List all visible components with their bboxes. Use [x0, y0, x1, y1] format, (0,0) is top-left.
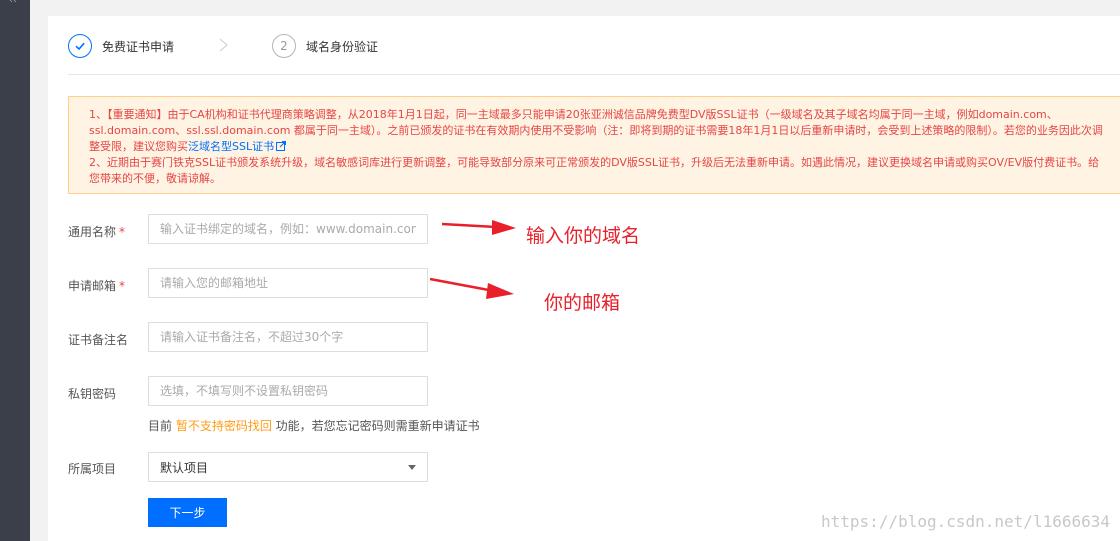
top-bar: [48, 0, 1120, 16]
email-label-text: 申请邮箱: [68, 279, 117, 293]
left-rail: ‹‹: [0, 0, 30, 541]
remark-label: 证书备注名: [68, 333, 129, 347]
next-step-button[interactable]: 下一步: [148, 498, 227, 527]
email-label: 申请邮箱 *: [68, 277, 125, 294]
domain-label: 通用名称 *: [68, 223, 125, 240]
project-select[interactable]: 默认项目: [148, 452, 428, 482]
password-hint-suffix: 功能，若您忘记密码则需重新申请证书: [271, 419, 480, 433]
main-content: 免费证书申请 2 域名身份验证 1、【重要通知】由于CA机构和证书代理商策略调整…: [48, 16, 1120, 541]
notice-item-2: 2、近期由于赛门铁克SSL证书颁发系统升级，域名敏感词库进行更新调整，可能导致部…: [89, 156, 1100, 185]
annotation-arrow-icon: [429, 277, 514, 299]
collapse-grip-icon[interactable]: ‹‹: [9, 0, 19, 6]
required-mark: *: [119, 225, 126, 239]
password-hint: 目前 暂不支持密码找回 功能，若您忘记密码则需重新申请证书: [148, 417, 480, 434]
step-2-number: 2: [272, 34, 296, 58]
email-input[interactable]: [148, 268, 428, 298]
step-1-label: 免费证书申请: [102, 39, 175, 54]
page-gutter: [30, 0, 48, 541]
step-2: 2 域名身份验证: [272, 32, 378, 60]
caret-down-icon: [408, 464, 416, 470]
domain-annotation: 输入你的域名: [526, 225, 641, 247]
watermark: https://blog.csdn.net/l1666634: [821, 512, 1110, 531]
domain-input[interactable]: [148, 214, 428, 244]
password-hint-warning: 暂不支持密码找回: [175, 419, 272, 433]
remark-input[interactable]: [148, 322, 428, 352]
annotation-arrow-icon: [441, 220, 516, 235]
notice-box: 1、【重要通知】由于CA机构和证书代理商策略调整，从2018年1月1日起，同一主…: [68, 96, 1120, 194]
required-mark: *: [119, 279, 126, 293]
step-1: 免费证书申请: [68, 32, 174, 60]
steps-bar: 免费证书申请 2 域名身份验证: [68, 16, 1120, 75]
key-password-label: 私钥密码: [68, 387, 117, 401]
email-annotation: 你的邮箱: [544, 292, 621, 314]
key-password-input[interactable]: [148, 376, 428, 406]
check-icon: [68, 34, 92, 58]
project-select-value: 默认项目: [160, 460, 209, 475]
wildcard-ssl-link[interactable]: 泛域名型SSL证书: [188, 140, 274, 153]
notice-item-1: 1、【重要通知】由于CA机构和证书代理商策略调整，从2018年1月1日起，同一主…: [89, 107, 1106, 155]
external-link-icon[interactable]: [276, 141, 287, 151]
chevron-right-icon: [219, 38, 228, 52]
domain-label-text: 通用名称: [68, 225, 117, 239]
password-hint-prefix: 目前: [148, 419, 176, 433]
project-label: 所属项目: [68, 462, 117, 476]
step-2-label: 域名身份验证: [306, 39, 379, 54]
